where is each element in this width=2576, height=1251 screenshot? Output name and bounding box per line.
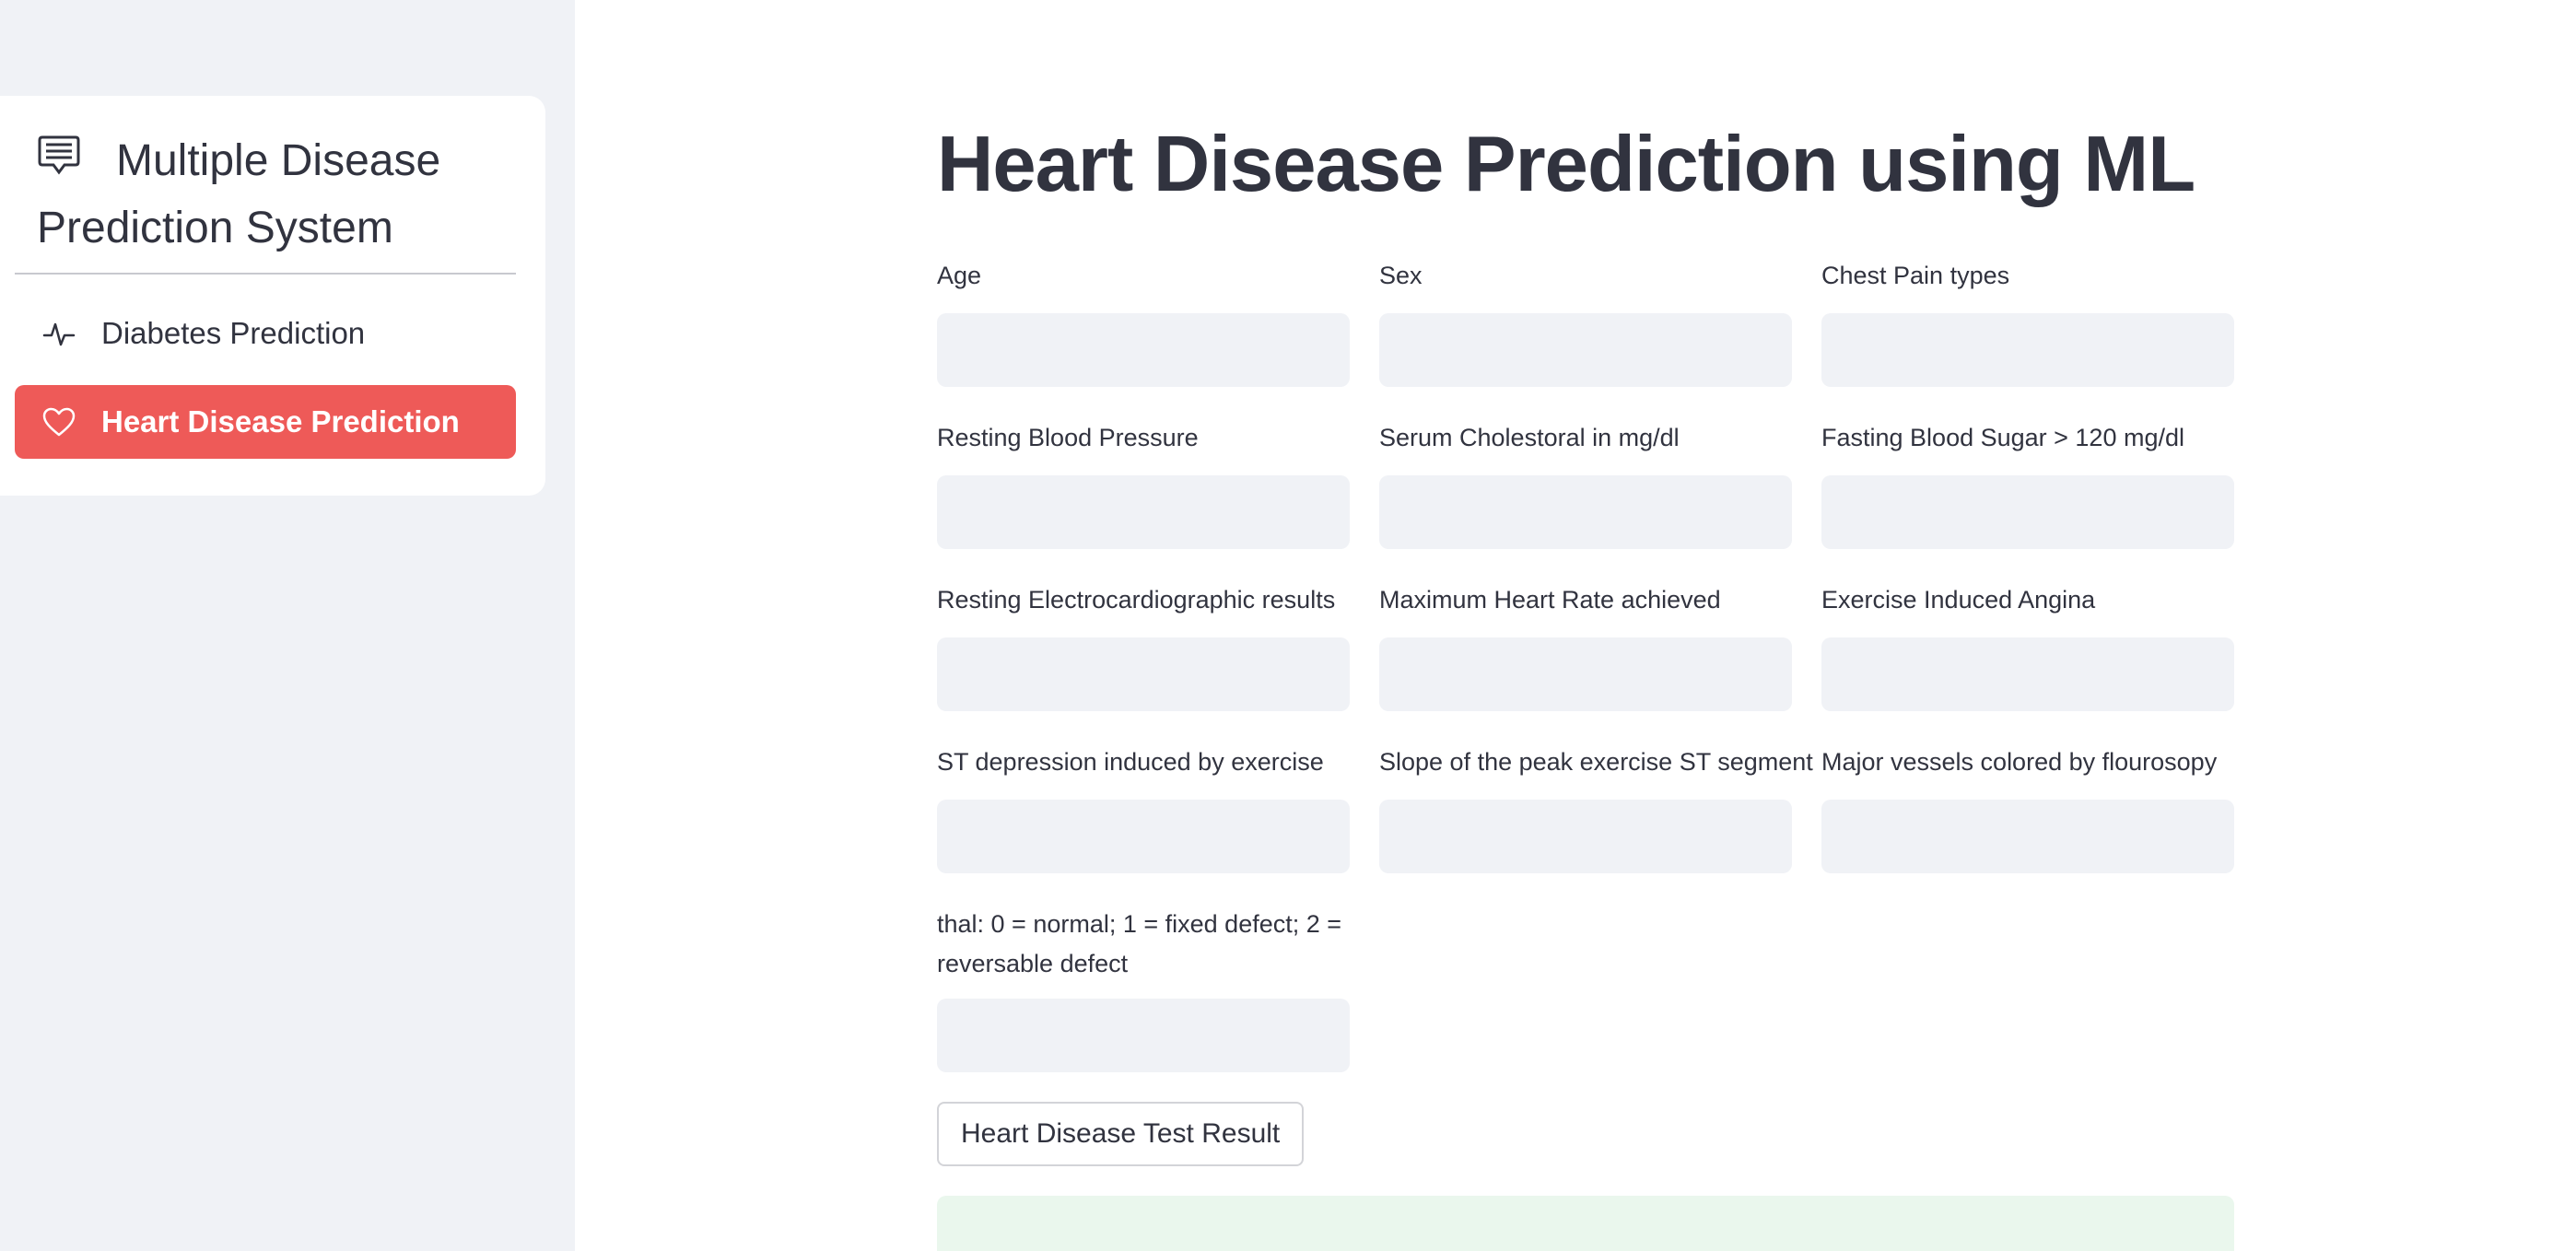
st-slope-field: Slope of the peak exercise ST segment [1379, 742, 1813, 873]
major-vessels-field: Major vessels colored by flourosopy [1821, 742, 2234, 873]
clipboard-list-icon [37, 134, 81, 177]
major-vessels-input[interactable] [1821, 800, 2234, 873]
max-heart-rate-field: Maximum Heart Rate achieved [1379, 580, 1792, 711]
age-input[interactable] [937, 313, 1350, 387]
resting-blood-pressure-input[interactable] [937, 475, 1350, 549]
page-title: Heart Disease Prediction using ML [937, 121, 2195, 208]
menu-title-row: Multiple Disease Prediction System [37, 127, 525, 262]
sidebar-item-diabetes-prediction[interactable]: Diabetes Prediction [15, 297, 516, 370]
field-label: Exercise Induced Angina [1821, 586, 2096, 614]
field-label: Age [937, 262, 982, 289]
field-label: Resting Electrocardiographic results [937, 586, 1336, 614]
result-alert [937, 1196, 2234, 1251]
field-label: Resting Blood Pressure [937, 424, 1199, 451]
serum-cholestoral-field: Serum Cholestoral in mg/dl [1379, 418, 1792, 549]
st-slope-input[interactable] [1379, 800, 1792, 873]
activity-icon [41, 315, 77, 352]
fasting-blood-sugar-field: Fasting Blood Sugar > 120 mg/dl [1821, 418, 2234, 549]
sidebar-item-label: Heart Disease Prediction [101, 404, 460, 438]
field-label: Fasting Blood Sugar > 120 mg/dl [1821, 424, 2184, 451]
sex-input[interactable] [1379, 313, 1792, 387]
sidebar: Multiple Disease Prediction System Diabe… [0, 0, 575, 1251]
field-label: Slope of the peak exercise ST segment [1379, 748, 1813, 776]
serum-cholestoral-input[interactable] [1379, 475, 1792, 549]
resting-blood-pressure-field: Resting Blood Pressure [937, 418, 1350, 549]
field-label: thal: 0 = normal; 1 = fixed defect; 2 = … [937, 910, 1342, 977]
field-label: Chest Pain types [1821, 262, 2010, 289]
resting-ecg-field: Resting Electrocardiographic results [937, 580, 1350, 711]
field-label: ST depression induced by exercise [937, 748, 1324, 776]
sidebar-item-label: Diabetes Prediction [101, 316, 366, 350]
exercise-induced-angina-input[interactable] [1821, 637, 2234, 711]
heart-icon [41, 403, 77, 440]
max-heart-rate-input[interactable] [1379, 637, 1792, 711]
fasting-blood-sugar-input[interactable] [1821, 475, 2234, 549]
thal-input[interactable] [937, 999, 1350, 1072]
st-depression-input[interactable] [937, 800, 1350, 873]
exercise-induced-angina-field: Exercise Induced Angina [1821, 580, 2234, 711]
st-depression-field: ST depression induced by exercise [937, 742, 1350, 873]
menu-title: Multiple Disease Prediction System [37, 136, 441, 252]
chest-pain-types-field: Chest Pain types [1821, 256, 2234, 387]
field-label: Sex [1379, 262, 1423, 289]
field-label: Maximum Heart Rate achieved [1379, 586, 1721, 614]
sex-field: Sex [1379, 256, 1792, 387]
app-window: Multiple Disease Prediction System Diabe… [0, 0, 2576, 1251]
sidebar-item-heart-disease-prediction[interactable]: Heart Disease Prediction [15, 385, 516, 459]
thal-field: thal: 0 = normal; 1 = fixed defect; 2 = … [937, 905, 1350, 1072]
menu-divider [15, 273, 516, 275]
resting-ecg-input[interactable] [937, 637, 1350, 711]
heart-disease-test-result-button[interactable]: Heart Disease Test Result [937, 1102, 1305, 1166]
age-field: Age [937, 256, 1350, 387]
field-label: Major vessels colored by flourosopy [1821, 748, 2218, 776]
field-label: Serum Cholestoral in mg/dl [1379, 424, 1680, 451]
chest-pain-types-input[interactable] [1821, 313, 2234, 387]
main-content: Heart Disease Prediction using ML Age Se… [575, 0, 2576, 1251]
